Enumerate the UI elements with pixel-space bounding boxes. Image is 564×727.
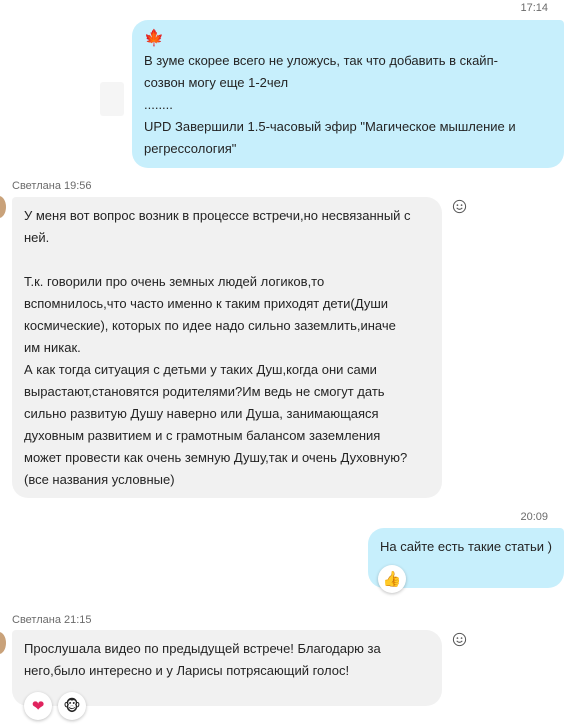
message-line: У меня вот вопрос возник в процессе встр…	[24, 208, 411, 223]
message-timestamp: 20:09	[520, 511, 548, 523]
message-line: созвон могу еще 1-2чел	[144, 75, 289, 90]
avatar[interactable]	[0, 196, 6, 218]
message-line: А как тогда ситуация с детьми у таких Ду…	[24, 362, 377, 377]
message-line: (все названия условные)	[24, 472, 175, 487]
monkey-reaction-icon[interactable]: 🐵	[58, 692, 86, 720]
message-line: регрессология"	[144, 141, 237, 156]
sender-name-time: Светлана 19:56	[12, 180, 92, 192]
message-line: духовным развитием и с грамотным балансо…	[24, 428, 381, 443]
message-line: сильно развитую Душу наверно или Душа, з…	[24, 406, 379, 421]
incoming-message-bubble[interactable]: У меня вот вопрос возник в процессе встр…	[12, 197, 442, 498]
sender-name-time: Светлана 21:15	[12, 614, 92, 626]
message-line: Т.к. говорили про очень земных людей лог…	[24, 274, 325, 289]
message-line: космические), которых по идее надо сильн…	[24, 318, 396, 333]
thumbs-up-reaction-icon[interactable]: 👍	[378, 565, 406, 593]
heart-reaction-icon[interactable]: ❤	[24, 692, 52, 720]
outgoing-message-bubble[interactable]: 🍁 В зуме скорее всего не уложусь, так чт…	[132, 20, 564, 168]
message-line: ........	[144, 97, 173, 112]
message-line: может провести как очень земную Душу,так…	[24, 450, 408, 465]
message-line: им никак.	[24, 340, 81, 355]
message-line: UPD Завершили 1.5-часовый эфир "Магическ…	[144, 119, 516, 134]
add-reaction-smiley-icon[interactable]	[451, 631, 467, 647]
message-line: Прослушала видео по предыдущей встрече! …	[24, 641, 381, 656]
maple-leaf-emoji: 🍁	[144, 30, 164, 47]
message-line: вырастают,становятся родителями?Им ведь …	[24, 384, 385, 399]
add-reaction-smiley-icon[interactable]	[451, 198, 467, 214]
message-timestamp: 17:14	[520, 2, 548, 14]
message-line: В зуме скорее всего не уложусь, так что …	[144, 53, 498, 68]
message-text: На сайте есть такие статьи )	[380, 539, 552, 554]
message-line: ней.	[24, 230, 50, 245]
avatar[interactable]	[0, 632, 6, 654]
message-line: него,было интересно и у Ларисы потрясающ…	[24, 663, 350, 678]
message-line: вспомнилось,что часто именно к таким при…	[24, 296, 389, 311]
hover-placeholder	[100, 82, 124, 116]
message-line	[24, 249, 430, 271]
